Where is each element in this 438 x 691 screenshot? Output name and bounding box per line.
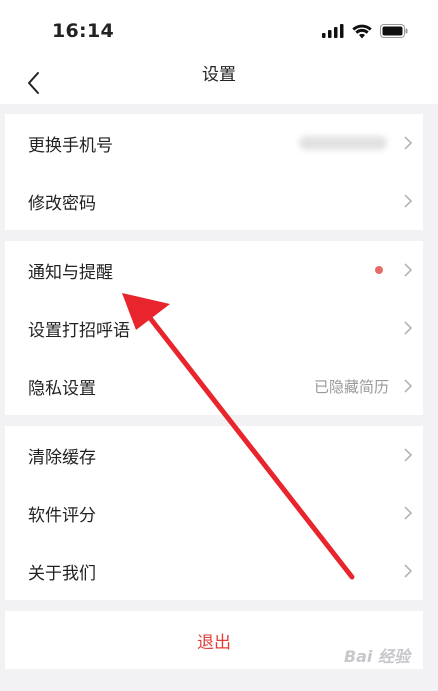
settings-group-misc: 清除缓存 软件评分 关于我们 (5, 426, 423, 600)
settings-group-notify: 通知与提醒 设置打招呼语 隐私设置 已隐藏简历 (5, 241, 423, 415)
row-notifications[interactable]: 通知与提醒 (5, 241, 423, 299)
row-label: 更换手机号 (28, 135, 113, 156)
row-privacy[interactable]: 隐私设置 已隐藏简历 (5, 357, 423, 415)
row-change-phone[interactable]: 更换手机号 (5, 114, 423, 172)
signal-icon (322, 24, 344, 38)
watermark: Bai 经验 (343, 647, 410, 666)
logout-label: 退出 (197, 632, 231, 653)
chevron-right-icon (404, 448, 413, 462)
row-label: 软件评分 (28, 505, 96, 526)
phone-number-blurred (299, 136, 387, 150)
chevron-right-icon (404, 136, 413, 150)
row-label: 设置打招呼语 (28, 320, 130, 341)
chevron-right-icon (404, 263, 413, 277)
status-bar: 16:14 (0, 0, 438, 58)
settings-group-account: 更换手机号 修改密码 (5, 114, 423, 230)
row-greeting[interactable]: 设置打招呼语 (5, 299, 423, 357)
notification-dot (375, 266, 383, 274)
status-time: 16:14 (52, 20, 114, 42)
status-icons (322, 22, 408, 40)
row-value: 已隐藏简历 (313, 377, 389, 396)
row-change-password[interactable]: 修改密码 (5, 172, 423, 230)
chevron-right-icon (404, 194, 413, 208)
row-label: 隐私设置 (28, 378, 96, 399)
row-label: 关于我们 (28, 563, 96, 584)
row-label: 通知与提醒 (28, 262, 113, 283)
row-rate-app[interactable]: 软件评分 (5, 484, 423, 542)
row-clear-cache[interactable]: 清除缓存 (5, 426, 423, 484)
chevron-right-icon (404, 564, 413, 578)
battery-icon (380, 24, 408, 38)
row-label: 修改密码 (28, 193, 96, 214)
chevron-right-icon (404, 321, 413, 335)
row-label: 清除缓存 (28, 447, 96, 468)
row-about-us[interactable]: 关于我们 (5, 542, 423, 600)
wifi-icon (352, 24, 372, 38)
chevron-right-icon (404, 506, 413, 520)
chevron-right-icon (404, 379, 413, 393)
page-title: 设置 (202, 65, 236, 85)
nav-bar: 设置 (0, 58, 438, 104)
